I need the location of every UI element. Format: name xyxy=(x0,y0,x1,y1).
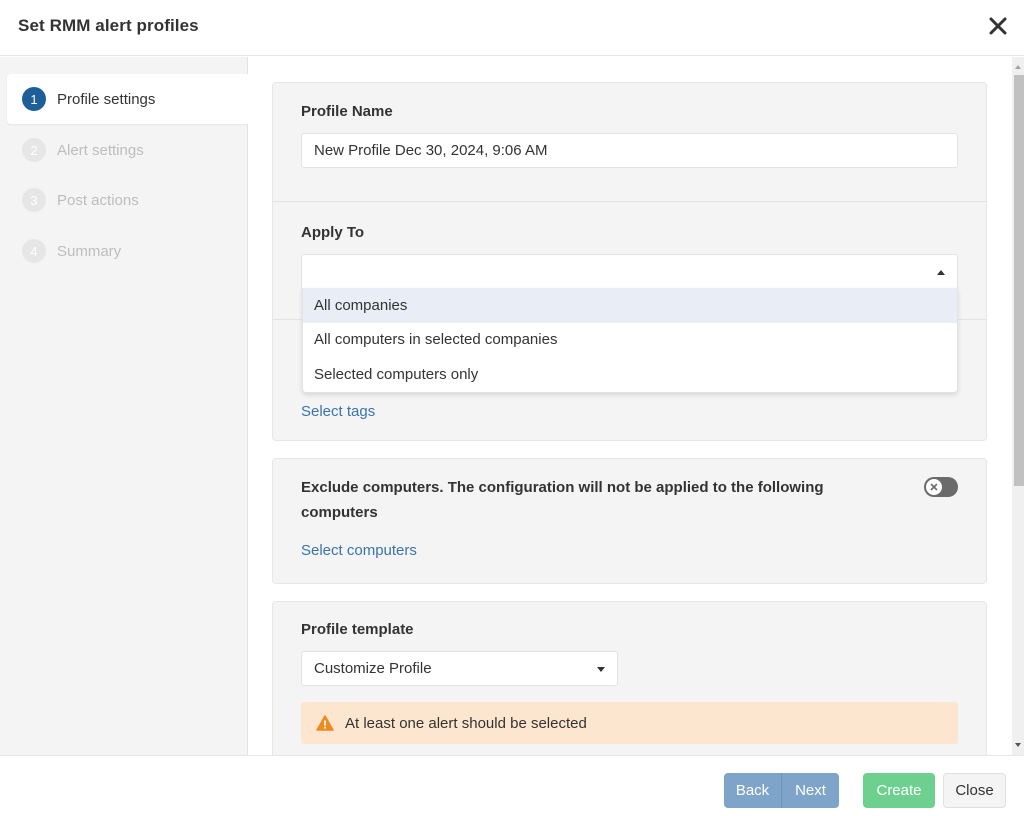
exclude-computers-toggle[interactable] xyxy=(924,477,958,497)
step-summary[interactable]: 4 Summary xyxy=(7,226,248,276)
profile-name-heading: Profile Name xyxy=(301,103,393,120)
exclude-computers-card: Exclude computers. The configuration wil… xyxy=(272,458,987,584)
profile-template-heading: Profile template xyxy=(301,621,414,638)
back-button[interactable]: Back xyxy=(724,773,781,808)
apply-to-option-all-companies[interactable]: All companies xyxy=(303,288,957,323)
main-scrollbar[interactable] xyxy=(1012,57,1024,755)
step-number-badge: 3 xyxy=(22,188,46,212)
dialog-header: Set RMM alert profiles xyxy=(0,0,1024,56)
close-icon[interactable] xyxy=(988,12,1008,40)
step-profile-settings[interactable]: 1 Profile settings xyxy=(7,74,248,124)
step-post-actions[interactable]: 3 Post actions xyxy=(7,175,248,225)
step-label: Profile settings xyxy=(57,90,156,108)
main-content: Profile Name New Profile Dec 30, 2024, 9… xyxy=(248,57,1012,755)
select-computers-link[interactable]: Select computers xyxy=(301,542,417,559)
caret-up-icon xyxy=(937,270,945,275)
apply-to-heading: Apply To xyxy=(301,224,365,241)
profile-template-selected-value: Customize Profile xyxy=(314,660,432,677)
profile-template-select[interactable]: Customize Profile xyxy=(301,651,618,686)
dialog-footer: Back Next Create Close xyxy=(0,755,1024,816)
close-button[interactable]: Close xyxy=(943,773,1006,808)
step-number-badge: 1 xyxy=(22,87,46,111)
create-button[interactable]: Create xyxy=(863,773,935,808)
apply-to-dropdown-menu: All companies All computers in selected … xyxy=(302,288,958,393)
caret-down-icon xyxy=(597,667,605,672)
exclude-computers-heading: Exclude computers. The configuration wil… xyxy=(301,479,824,521)
section-divider xyxy=(273,201,986,202)
warning-alert: At least one alert should be selected xyxy=(301,702,958,744)
step-label: Summary xyxy=(57,242,122,260)
wizard-steps-sidebar: 1 Profile settings 2 Alert settings 3 Po… xyxy=(0,57,248,755)
profile-name-input[interactable]: New Profile Dec 30, 2024, 9:06 AM xyxy=(301,133,958,168)
apply-to-option-all-computers-selected-companies[interactable]: All computers in selected companies xyxy=(303,323,957,358)
step-label: Post actions xyxy=(57,191,139,209)
next-button[interactable]: Next xyxy=(781,773,839,808)
profile-template-card: Profile template Customize Profile At le… xyxy=(272,601,987,755)
step-label: Alert settings xyxy=(57,141,144,159)
dialog-title: Set RMM alert profiles xyxy=(18,16,199,35)
select-tags-link[interactable]: Select tags xyxy=(301,403,375,420)
warning-text: At least one alert should be selected xyxy=(345,714,587,732)
step-alert-settings[interactable]: 2 Alert settings xyxy=(7,125,248,175)
scroll-down-arrow-icon[interactable] xyxy=(1015,743,1021,747)
toggle-off-x-icon xyxy=(925,478,943,496)
scrollbar-thumb[interactable] xyxy=(1014,75,1024,486)
warning-triangle-icon xyxy=(316,715,334,731)
apply-to-option-selected-computers-only[interactable]: Selected computers only xyxy=(303,357,957,392)
step-number-badge: 2 xyxy=(22,138,46,162)
scroll-up-arrow-icon[interactable] xyxy=(1015,65,1021,69)
wizard-nav-button-group: Back Next xyxy=(724,773,839,808)
step-number-badge: 4 xyxy=(22,239,46,263)
apply-to-select[interactable] xyxy=(301,254,958,289)
